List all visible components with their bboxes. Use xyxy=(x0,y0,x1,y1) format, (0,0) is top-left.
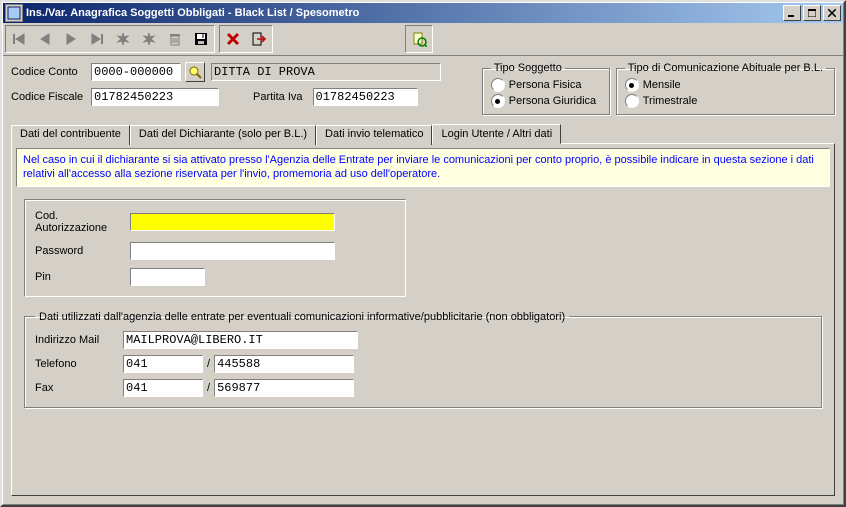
header-fields: Codice Conto Codice Fiscale Partita Iva xyxy=(11,62,476,106)
radio-icon xyxy=(625,94,639,108)
pin-label: Pin xyxy=(35,271,130,283)
telefono-prefix-input[interactable] xyxy=(123,355,203,373)
mail-label: Indirizzo Mail xyxy=(35,334,123,346)
pin-input[interactable] xyxy=(130,268,205,286)
radio-label: Persona Giuridica xyxy=(509,95,596,107)
tipo-soggetto-group: Tipo Soggetto Persona Fisica Persona Giu… xyxy=(482,62,610,115)
contact-legend: Dati utilizzati dall'agenzia delle entra… xyxy=(35,311,569,323)
fax-label: Fax xyxy=(35,382,123,394)
partita-iva-label: Partita Iva xyxy=(253,91,303,103)
radio-label: Mensile xyxy=(643,79,681,91)
nav-last-button[interactable] xyxy=(84,26,110,52)
tab-login-utente[interactable]: Login Utente / Altri dati xyxy=(432,124,561,144)
slash-separator: / xyxy=(207,358,210,370)
content-area: Codice Conto Codice Fiscale Partita Iva … xyxy=(3,56,843,504)
cod-autorizzazione-label: Cod. Autorizzazione xyxy=(35,210,130,234)
maximize-button[interactable] xyxy=(803,5,821,21)
window-title: Ins./Var. Anagrafica Soggetti Obbligati … xyxy=(26,7,781,19)
tab-invio-telematico[interactable]: Dati invio telematico xyxy=(316,125,432,145)
codice-conto-input[interactable] xyxy=(91,63,181,81)
password-label: Password xyxy=(35,245,130,257)
window-controls xyxy=(781,5,841,21)
radio-icon xyxy=(491,94,505,108)
ditta-display xyxy=(211,63,441,81)
codice-conto-lookup-button[interactable] xyxy=(185,62,205,82)
refresh-button[interactable] xyxy=(136,26,162,52)
radio-icon xyxy=(625,78,639,92)
password-input[interactable] xyxy=(130,242,335,260)
fax-prefix-input[interactable] xyxy=(123,379,203,397)
new-button[interactable] xyxy=(110,26,136,52)
tipo-comunicazione-group: Tipo di Comunicazione Abituale per B.L. … xyxy=(616,62,835,115)
app-window: Ins./Var. Anagrafica Soggetti Obbligati … xyxy=(0,0,846,507)
partita-iva-input[interactable] xyxy=(313,88,418,106)
minimize-button[interactable] xyxy=(783,5,801,21)
radio-label: Persona Fisica xyxy=(509,79,582,91)
cancel-button[interactable] xyxy=(220,26,246,52)
radio-trimestrale[interactable]: Trimestrale xyxy=(625,94,826,108)
titlebar: Ins./Var. Anagrafica Soggetti Obbligati … xyxy=(3,3,843,23)
help-button[interactable] xyxy=(406,26,432,52)
login-box: Cod. Autorizzazione Password Pin xyxy=(24,199,406,297)
fax-input[interactable] xyxy=(214,379,354,397)
tab-contribuente[interactable]: Dati del contribuente xyxy=(11,125,130,145)
header-row: Codice Conto Codice Fiscale Partita Iva … xyxy=(11,62,835,115)
codice-conto-label: Codice Conto xyxy=(11,66,91,78)
tipo-soggetto-legend: Tipo Soggetto xyxy=(491,62,565,74)
window-inner: Ins./Var. Anagrafica Soggetti Obbligati … xyxy=(2,2,844,505)
delete-button[interactable] xyxy=(162,26,188,52)
tipo-comunicazione-legend: Tipo di Comunicazione Abituale per B.L. xyxy=(625,62,826,74)
radio-label: Trimestrale xyxy=(643,95,698,107)
codice-fiscale-label: Codice Fiscale xyxy=(11,91,91,103)
slash-separator: / xyxy=(207,382,210,394)
nav-first-button[interactable] xyxy=(6,26,32,52)
tab-strip: Dati del contribuente Dati del Dichiaran… xyxy=(11,123,835,143)
telefono-input[interactable] xyxy=(214,355,354,373)
contact-fieldset: Dati utilizzati dall'agenzia delle entra… xyxy=(24,311,822,408)
cod-autorizzazione-input[interactable] xyxy=(130,213,335,231)
tab-panel: Nel caso in cui il dichiarante si sia at… xyxy=(11,143,835,496)
tab-dichiarante[interactable]: Dati del Dichiarante (solo per B.L.) xyxy=(130,125,316,145)
mail-input[interactable] xyxy=(123,331,358,349)
radio-mensile[interactable]: Mensile xyxy=(625,78,826,92)
radio-icon xyxy=(491,78,505,92)
radio-persona-giuridica[interactable]: Persona Giuridica xyxy=(491,94,601,108)
search-icon xyxy=(188,65,202,79)
codice-fiscale-input[interactable] xyxy=(91,88,219,106)
exit-button[interactable] xyxy=(246,26,272,52)
nav-prev-button[interactable] xyxy=(32,26,58,52)
tabs: Dati del contribuente Dati del Dichiaran… xyxy=(11,123,835,496)
nav-next-button[interactable] xyxy=(58,26,84,52)
close-button[interactable] xyxy=(823,5,841,21)
telefono-label: Telefono xyxy=(35,358,123,370)
save-button[interactable] xyxy=(188,26,214,52)
app-icon xyxy=(5,4,23,22)
toolbar xyxy=(3,23,843,56)
radio-persona-fisica[interactable]: Persona Fisica xyxy=(491,78,601,92)
info-banner: Nel caso in cui il dichiarante si sia at… xyxy=(16,148,830,187)
